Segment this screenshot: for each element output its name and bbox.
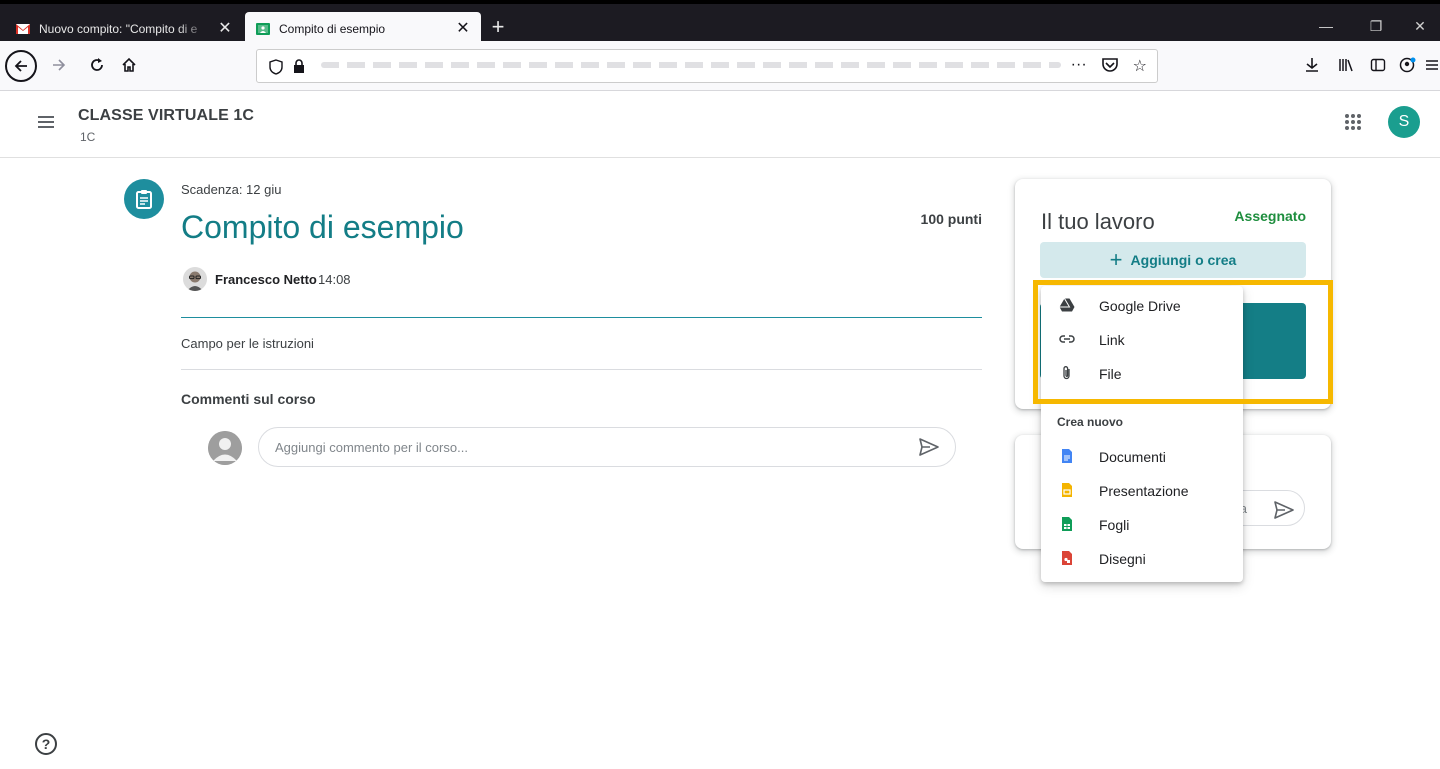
gmail-icon	[15, 21, 31, 37]
download-icon	[1306, 58, 1318, 72]
send-icon[interactable]	[918, 437, 940, 457]
new-tab-button[interactable]: +	[486, 16, 510, 40]
close-tab-icon[interactable]: ✕	[455, 20, 471, 37]
add-or-create-button[interactable]: + Aggiungi o crea	[1040, 242, 1306, 278]
menu-item-slides[interactable]: Presentazione	[1041, 473, 1243, 507]
drawings-icon	[1059, 550, 1075, 566]
paperclip-icon	[1059, 365, 1075, 381]
address-bar[interactable]: ··· ☆	[256, 49, 1158, 83]
account-icon	[1399, 57, 1416, 73]
slides-icon	[1059, 482, 1075, 498]
instructions-text: Campo per le istruzioni	[181, 336, 314, 351]
shield-icon[interactable]	[269, 59, 283, 75]
arrow-right-icon	[53, 59, 66, 71]
tab-title: Nuovo compito: "Compito di e	[39, 21, 198, 36]
bookmark-star-icon[interactable]: ☆	[1133, 56, 1147, 76]
menu-item-file[interactable]: File	[1041, 356, 1243, 390]
back-button[interactable]	[5, 50, 37, 82]
post-time: 14:08	[318, 272, 351, 287]
google-drive-icon	[1059, 297, 1075, 313]
restore-icon[interactable]: ❐	[1356, 14, 1396, 38]
home-button[interactable]	[115, 51, 143, 79]
sheets-icon	[1059, 516, 1075, 532]
instructions-divider	[181, 369, 982, 370]
create-new-section-label: Crea nuovo	[1057, 415, 1124, 429]
class-title[interactable]: CLASSE VIRTUALE 1C	[78, 107, 254, 125]
docs-icon	[1059, 448, 1075, 464]
minimize-icon[interactable]: —	[1306, 14, 1346, 38]
sidebar-button[interactable]	[1364, 51, 1392, 79]
classroom-icon	[255, 21, 271, 37]
add-or-create-label: Aggiungi o crea	[1130, 252, 1237, 268]
send-icon[interactable]	[1273, 500, 1295, 520]
library-button[interactable]	[1332, 51, 1360, 79]
add-or-create-menu: Google Drive Link File Crea nuovo Docume…	[1041, 286, 1243, 582]
menu-item-documents[interactable]: Documenti	[1041, 439, 1243, 473]
menu-item-label: Google Drive	[1099, 298, 1181, 314]
browser-toolbar: ··· ☆	[0, 41, 1440, 91]
lock-icon[interactable]	[293, 59, 305, 73]
tab-title: Compito di esempio	[279, 21, 386, 36]
author-avatar	[183, 267, 207, 291]
account-button[interactable]	[1394, 51, 1422, 79]
main-menu-icon[interactable]	[36, 112, 56, 132]
menu-item-google-drive[interactable]: Google Drive	[1041, 288, 1243, 322]
hamburger-icon	[1426, 60, 1438, 70]
menu-item-drawings[interactable]: Disegni	[1041, 541, 1243, 575]
user-avatar[interactable]: S	[1388, 106, 1420, 138]
title-divider	[181, 317, 982, 318]
close-window-icon[interactable]: ✕	[1400, 14, 1440, 38]
assignment-points: 100 punti	[920, 211, 982, 227]
due-date: Scadenza: 12 giu	[181, 182, 282, 197]
pocket-icon[interactable]	[1101, 56, 1119, 76]
close-tab-icon[interactable]: ✕	[217, 20, 233, 37]
menu-item-label: Disegni	[1099, 551, 1146, 567]
arrow-left-icon	[14, 60, 27, 72]
library-icon	[1339, 59, 1353, 72]
class-comments-title: Commenti sul corso	[181, 391, 316, 407]
forward-button[interactable]	[45, 51, 73, 79]
help-icon[interactable]: ?	[35, 733, 57, 755]
class-comment-input[interactable]	[258, 427, 956, 467]
your-work-title: Il tuo lavoro	[1041, 209, 1155, 234]
downloads-button[interactable]	[1298, 51, 1326, 79]
author-name: Francesco Netto	[215, 272, 317, 287]
google-apps-icon[interactable]	[1344, 113, 1362, 131]
menu-item-label: Presentazione	[1099, 483, 1189, 499]
menu-item-sheets[interactable]: Fogli	[1041, 507, 1243, 541]
assignment-icon	[124, 179, 164, 219]
plus-icon: +	[1109, 247, 1123, 272]
browser-tab-bar: Nuovo compito: "Compito di e ✕ Compito d…	[0, 0, 1440, 45]
page-actions-icon[interactable]: ···	[1071, 56, 1087, 76]
url-actions: ··· ☆	[1071, 56, 1147, 76]
link-icon	[1059, 331, 1075, 347]
url-text	[321, 62, 1061, 68]
commenter-avatar	[208, 431, 242, 465]
reload-icon	[91, 58, 103, 71]
class-section: 1C	[80, 130, 96, 144]
reload-button[interactable]	[83, 51, 111, 79]
assignment-title: Compito di esempio	[181, 209, 464, 245]
sidebar-icon	[1370, 58, 1386, 72]
app-menu-button[interactable]	[1424, 51, 1440, 79]
menu-item-label: Fogli	[1099, 517, 1130, 533]
menu-item-link[interactable]: Link	[1041, 322, 1243, 356]
menu-item-label: File	[1099, 366, 1122, 382]
menu-item-label: Link	[1099, 332, 1125, 348]
home-icon	[122, 57, 136, 72]
status-badge: Assegnato	[1234, 208, 1306, 224]
menu-item-label: Documenti	[1099, 449, 1166, 465]
classroom-header: CLASSE VIRTUALE 1C 1C S	[0, 92, 1440, 158]
